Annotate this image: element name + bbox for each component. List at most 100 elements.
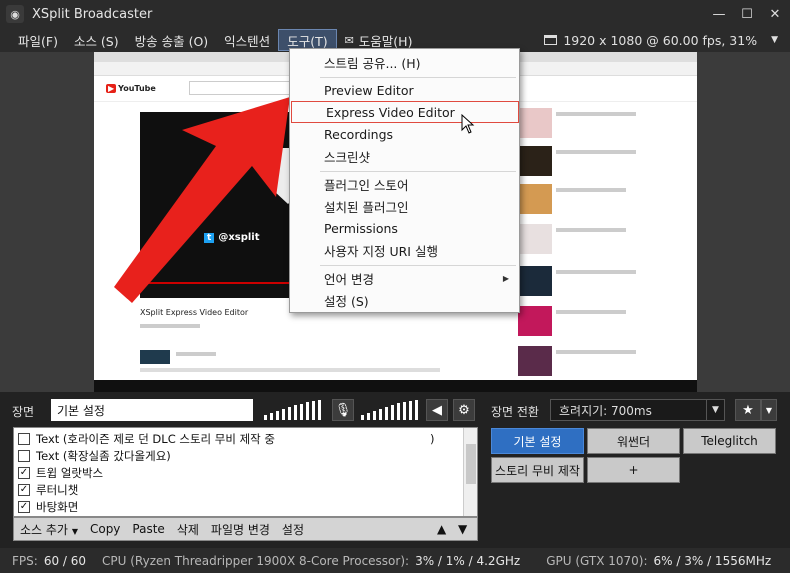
menu-installed-plugins[interactable]: 설치된 플러그인 — [290, 195, 519, 217]
fps-label: FPS: — [12, 553, 38, 568]
speaker-volume-meter[interactable] — [359, 399, 423, 421]
cpu-label: CPU (Ryzen Threadripper 1900X 8-Core Pro… — [102, 553, 410, 568]
menu-recordings[interactable]: Recordings — [290, 123, 519, 145]
text-line — [556, 112, 636, 116]
source-list: Text (호라이즌 제로 던 DLC 스토리 무비 제작 중 ) Text (… — [13, 427, 478, 517]
menu-permissions[interactable]: Permissions — [290, 217, 519, 239]
menu-express-video-editor[interactable]: Express Video Editor — [291, 101, 519, 123]
source-checkbox[interactable]: ✓ — [18, 483, 30, 496]
menu-custom-uri[interactable]: 사용자 지정 URI 실행 — [290, 239, 519, 261]
text-line — [556, 228, 626, 232]
menu-plugin-store[interactable]: 플러그인 스토어 — [290, 173, 519, 195]
menu-screenshot[interactable]: 스크린샷 — [290, 145, 519, 167]
add-scene-button[interactable]: + — [587, 457, 680, 483]
menu-broadcast[interactable]: 방송 송출 (O) — [127, 29, 217, 51]
source-label: 트윕 얼랏박스 — [36, 465, 104, 480]
thumbnail — [518, 306, 552, 336]
move-down-icon[interactable]: ▼ — [458, 522, 467, 536]
resolution-label: 1920 x 1080 @ 60.00 fps, 31% — [563, 32, 758, 48]
source-checkbox[interactable]: ✓ — [18, 466, 30, 479]
source-label-suffix: ) — [430, 431, 435, 446]
video-handle: t @xsplit — [204, 232, 260, 243]
menu-separator — [320, 77, 516, 78]
gpu-label: GPU (GTX 1070): — [546, 553, 648, 568]
text-line — [556, 188, 626, 192]
menu-help-label: 도움말(H) — [358, 33, 413, 49]
youtube-logo-text: YouTube — [118, 84, 156, 93]
cpu-value: 3% / 1% / 4.2GHz — [415, 553, 521, 568]
close-icon[interactable]: ✕ — [761, 0, 789, 28]
menu-settings[interactable]: 설정 (S) — [290, 289, 519, 311]
maximize-icon[interactable]: ☐ — [733, 0, 761, 28]
broadcast-icon: ◉ — [6, 5, 24, 23]
text-line — [140, 324, 200, 328]
text-line — [556, 270, 636, 274]
scene-button[interactable]: 스토리 무비 제작 — [491, 457, 584, 483]
menu-preview-editor[interactable]: Preview Editor — [290, 79, 519, 101]
source-settings-button[interactable]: 설정 — [276, 521, 310, 538]
rename-button[interactable]: 파일명 변경 — [205, 521, 276, 538]
source-label: 루터니챗 — [36, 482, 79, 497]
window-title: XSplit Broadcaster — [32, 6, 153, 22]
microphone-volume-meter[interactable] — [262, 399, 334, 421]
text-line — [556, 150, 636, 154]
source-label: Text (호라이즌 제로 던 DLC 스토리 무비 제작 중 — [36, 431, 275, 446]
source-label: 바탕화면 — [36, 499, 79, 514]
source-checkbox[interactable]: ✓ — [18, 500, 30, 513]
scene-button[interactable]: 기본 설정 — [491, 428, 584, 454]
gpu-value: 6% / 3% / 1556MHz — [653, 553, 772, 568]
text-line — [140, 368, 440, 372]
source-item[interactable]: Text (호라이즌 제로 던 DLC 스토리 무비 제작 중 ) — [18, 430, 435, 447]
scene-button[interactable]: Teleglitch — [683, 428, 776, 454]
source-label: Text (확장실좀 갔다올게요) — [36, 448, 171, 463]
menu-language[interactable]: 언어 변경 ▶ — [290, 267, 519, 289]
menu-share-stream[interactable]: 스트림 공유... (H) — [290, 51, 519, 73]
source-item[interactable]: Text (확장실좀 갔다올게요) — [18, 447, 171, 464]
source-item[interactable]: ✓ 트윕 얼랏박스 — [18, 464, 103, 481]
gear-icon[interactable]: ⚙ — [453, 399, 475, 421]
tools-dropdown-menu: 스트림 공유... (H) Preview Editor Express Vid… — [289, 48, 520, 313]
title-bar: ◉ XSplit Broadcaster — ☐ ✕ — [0, 0, 790, 28]
source-toolbar: 소스 추가 ▼ Copy Paste 삭제 파일명 변경 설정 ▲ ▼ — [13, 517, 478, 541]
resolution-info[interactable]: 1920 x 1080 @ 60.00 fps, 31% ▼ — [544, 28, 778, 52]
source-item[interactable]: ✓ 루터니챗 — [18, 481, 78, 498]
move-up-icon[interactable]: ▲ — [437, 522, 446, 536]
delete-button[interactable]: 삭제 — [171, 521, 205, 538]
thumbnail — [518, 224, 552, 254]
mail-icon: ✉ — [344, 33, 354, 47]
status-bar: FPS: 60 / 60 CPU (Ryzen Threadripper 190… — [0, 548, 790, 573]
add-star-icon[interactable]: ★ — [735, 399, 761, 421]
text-line — [176, 352, 216, 356]
chevron-down-icon[interactable]: ▼ — [707, 399, 725, 421]
add-source-button[interactable]: 소스 추가 ▼ — [14, 521, 84, 538]
menu-extensions[interactable]: 익스텐션 — [216, 29, 278, 51]
chevron-down-icon[interactable]: ▼ — [771, 35, 778, 45]
menu-file[interactable]: 파일(F) — [10, 29, 66, 51]
source-checkbox[interactable] — [18, 432, 30, 445]
copy-button[interactable]: Copy — [84, 522, 126, 536]
source-item[interactable]: ✓ 바탕화면 — [18, 498, 78, 515]
video-handle-text: @xsplit — [218, 232, 260, 243]
windows-taskbar — [94, 380, 697, 392]
speaker-icon[interactable]: ◀ — [426, 399, 448, 421]
transition-select[interactable]: 흐려지기: 700ms — [550, 399, 707, 421]
mouse-cursor-icon — [461, 114, 475, 134]
chevron-down-icon[interactable]: ▼ — [761, 399, 777, 421]
add-source-label: 소스 추가 — [20, 522, 68, 537]
menu-source[interactable]: 소스 (S) — [66, 29, 127, 51]
scrollbar-thumb[interactable] — [466, 444, 476, 484]
menu-language-label: 언어 변경 — [324, 271, 374, 287]
twitter-icon: t — [204, 233, 215, 243]
youtube-logo: ▶ YouTube — [106, 84, 156, 93]
submenu-arrow-icon: ▶ — [502, 273, 509, 283]
microphone-icon[interactable]: 🎙 — [332, 399, 354, 421]
paste-button[interactable]: Paste — [126, 522, 170, 536]
thumbnail — [518, 346, 552, 376]
scene-name-field[interactable]: 기본 설정 — [51, 399, 253, 421]
source-checkbox[interactable] — [18, 449, 30, 462]
minimize-icon[interactable]: — — [705, 0, 733, 28]
menu-separator — [320, 171, 516, 172]
scene-button[interactable]: 워썬더 — [587, 428, 680, 454]
source-scrollbar[interactable] — [463, 428, 477, 516]
menu-separator — [320, 265, 516, 266]
